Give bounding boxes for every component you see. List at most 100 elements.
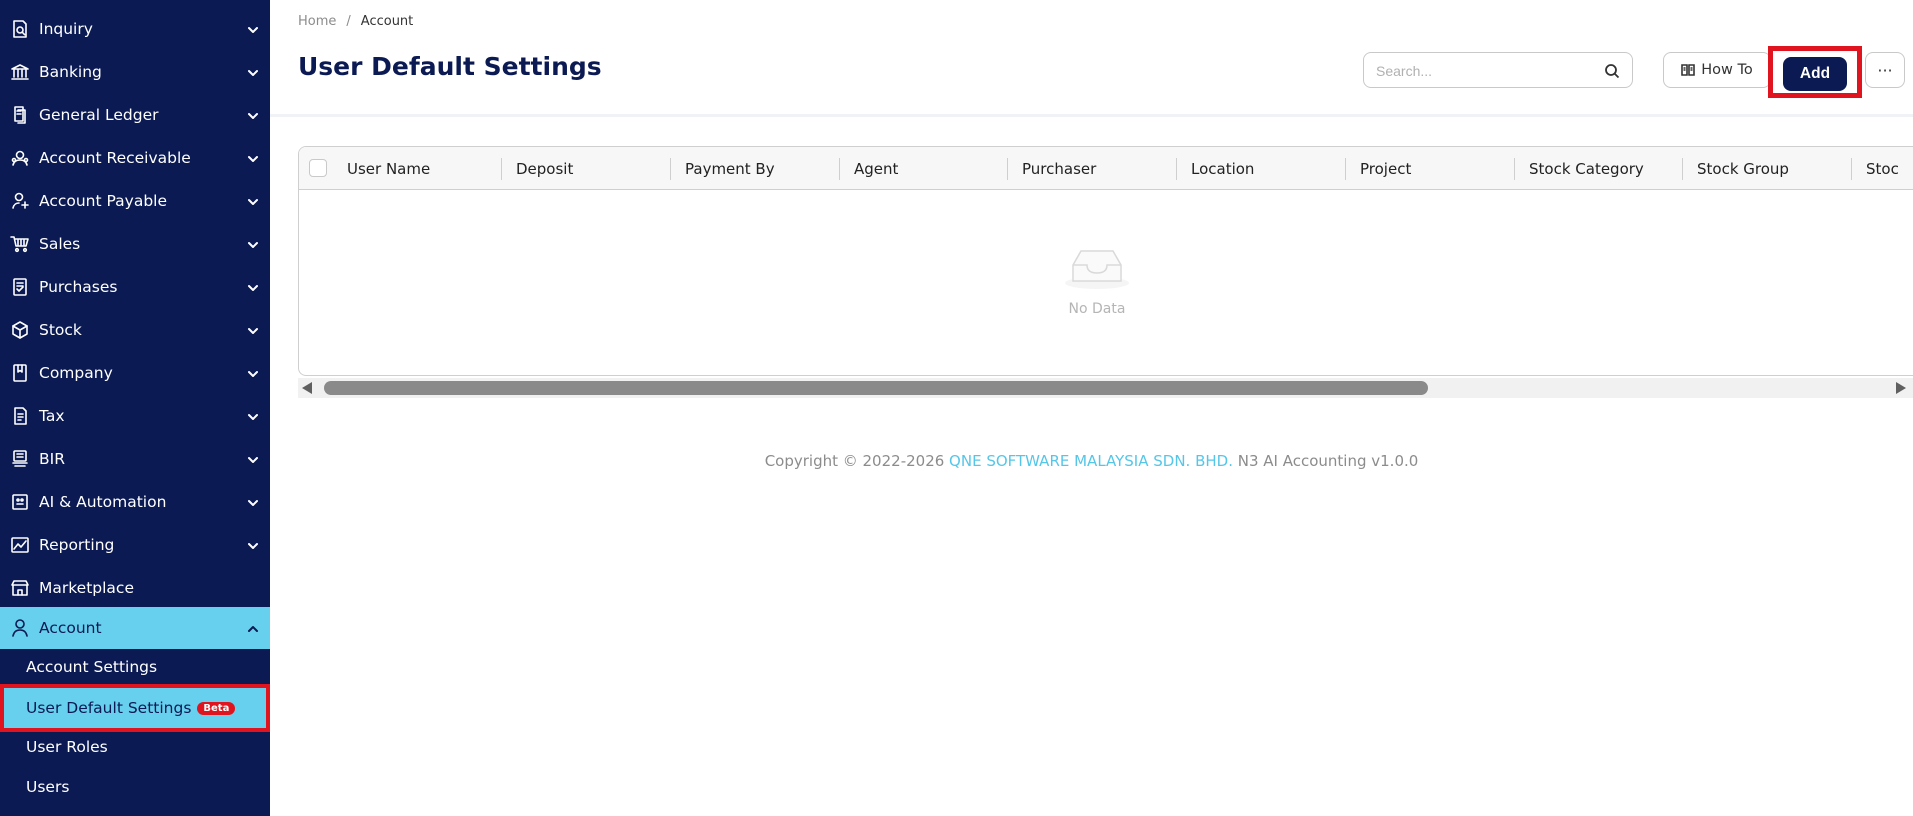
- scroll-right-arrow[interactable]: [1896, 382, 1906, 394]
- column-divider[interactable]: [501, 158, 502, 180]
- column-header[interactable]: Location: [1191, 147, 1254, 190]
- table-header: User Name Deposit Payment By Agent Purch…: [299, 147, 1913, 190]
- sidebar-item-bir[interactable]: BIR: [0, 438, 270, 480]
- search-input[interactable]: [1376, 61, 1596, 81]
- sidebar-item-label: Company: [39, 364, 113, 382]
- chevron-down-icon: [246, 323, 260, 337]
- sales-icon: [9, 233, 31, 255]
- breadcrumb-home[interactable]: Home: [298, 14, 336, 29]
- sidebar-item-label: Tax: [39, 407, 65, 425]
- sidebar-item-marketplace[interactable]: Marketplace: [0, 567, 270, 609]
- sidebar-item-label: Account Receivable: [39, 149, 191, 167]
- column-divider[interactable]: [1682, 158, 1683, 180]
- horizontal-scrollbar[interactable]: [298, 378, 1913, 398]
- book-icon: [1681, 63, 1696, 77]
- beta-badge: Beta: [197, 702, 236, 715]
- chevron-down-icon: [246, 452, 260, 466]
- reporting-icon: [9, 534, 31, 556]
- sidebar-item-label: Inquiry: [39, 20, 93, 38]
- breadcrumb-separator: /: [346, 14, 351, 29]
- page-title: User Default Settings: [298, 52, 602, 81]
- sidebar-item-account[interactable]: Account: [0, 607, 270, 649]
- column-header[interactable]: Stock Group: [1697, 147, 1789, 190]
- stock-icon: [9, 319, 31, 341]
- search-icon[interactable]: [1604, 63, 1620, 79]
- sidebar-item-label: AI & Automation: [39, 493, 167, 511]
- column-divider[interactable]: [1514, 158, 1515, 180]
- sidebar-item-sales[interactable]: Sales: [0, 223, 270, 265]
- sidebar-item-stock[interactable]: Stock: [0, 309, 270, 351]
- sidebar-item-account-receivable[interactable]: Account Receivable: [0, 137, 270, 179]
- column-divider[interactable]: [1007, 158, 1008, 180]
- company-link[interactable]: QNE SOFTWARE MALAYSIA SDN. BHD.: [949, 452, 1233, 470]
- column-divider[interactable]: [1345, 158, 1346, 180]
- sidebar-item-label: Sales: [39, 235, 81, 253]
- column-header[interactable]: Stoc: [1866, 147, 1899, 190]
- sidebar-item-label: BIR: [39, 450, 65, 468]
- add-button[interactable]: Add: [1783, 57, 1847, 91]
- column-header[interactable]: Agent: [854, 147, 898, 190]
- sidebar-subitem-users[interactable]: Users: [0, 768, 270, 806]
- ledger-icon: [9, 104, 31, 126]
- sidebar-item-label: Account Payable: [39, 192, 168, 210]
- sidebar-item-label: Account: [39, 619, 102, 637]
- breadcrumb: Home / Account: [298, 14, 413, 29]
- ellipsis-icon: ···: [1877, 60, 1893, 80]
- chevron-down-icon: [246, 108, 260, 122]
- sidebar-item-label: General Ledger: [39, 106, 159, 124]
- data-table: User Name Deposit Payment By Agent Purch…: [298, 146, 1913, 376]
- chevron-down-icon: [246, 194, 260, 208]
- sidebar-item-reporting[interactable]: Reporting: [0, 524, 270, 566]
- scroll-left-arrow[interactable]: [302, 382, 312, 394]
- column-divider[interactable]: [1176, 158, 1177, 180]
- sidebar-subitem-label: User Roles: [26, 738, 108, 756]
- bir-icon: [9, 448, 31, 470]
- more-options-button[interactable]: ···: [1865, 52, 1905, 88]
- sidebar-subitem-account-settings[interactable]: Account Settings: [0, 648, 270, 686]
- column-header[interactable]: Deposit: [516, 147, 573, 190]
- marketplace-icon: [9, 577, 31, 599]
- column-header[interactable]: Stock Category: [1529, 147, 1644, 190]
- sidebar-item-label: Reporting: [39, 536, 115, 554]
- sidebar-subitem-label: Users: [26, 778, 70, 796]
- sidebar-item-ai-automation[interactable]: AI & Automation: [0, 481, 270, 523]
- column-header[interactable]: Payment By: [685, 147, 775, 190]
- how-to-button[interactable]: How To: [1663, 52, 1771, 88]
- scrollbar-thumb[interactable]: [324, 381, 1428, 395]
- version-text: N3 AI Accounting v1.0.0: [1232, 452, 1419, 470]
- sidebar-item-label: Banking: [39, 63, 102, 81]
- column-divider[interactable]: [839, 158, 840, 180]
- column-header[interactable]: Purchaser: [1022, 147, 1096, 190]
- ai-icon: [9, 491, 31, 513]
- column-divider[interactable]: [1851, 158, 1852, 180]
- sidebar-item-general-ledger[interactable]: General Ledger: [0, 94, 270, 136]
- sidebar-item-tax[interactable]: Tax: [0, 395, 270, 437]
- tax-icon: [9, 405, 31, 427]
- column-header[interactable]: User Name: [347, 147, 430, 190]
- column-header[interactable]: Project: [1360, 147, 1411, 190]
- header-divider: [270, 114, 1913, 117]
- receivable-icon: [9, 147, 31, 169]
- chevron-down-icon: [246, 538, 260, 552]
- empty-state: No Data: [299, 191, 1913, 375]
- add-button-highlight: Add: [1768, 46, 1862, 98]
- chevron-down-icon: [246, 237, 260, 251]
- sidebar-item-inquiry[interactable]: Inquiry: [0, 8, 270, 50]
- sidebar-subitem-user-roles[interactable]: User Roles: [0, 728, 270, 766]
- sidebar-subitem-user-default-settings[interactable]: User Default Settings Beta: [0, 684, 270, 732]
- sidebar-subitem-text: User Default Settings: [26, 699, 192, 717]
- company-icon: [9, 362, 31, 384]
- bank-icon: [9, 61, 31, 83]
- chevron-up-icon: [246, 621, 260, 635]
- sidebar-item-purchases[interactable]: Purchases: [0, 266, 270, 308]
- sidebar-subitem-label: User Default Settings Beta: [26, 699, 236, 717]
- sidebar-item-company[interactable]: Company: [0, 352, 270, 394]
- sidebar-item-account-payable[interactable]: Account Payable: [0, 180, 270, 222]
- how-to-label: How To: [1701, 62, 1753, 78]
- payable-icon: [9, 190, 31, 212]
- column-divider[interactable]: [670, 158, 671, 180]
- sidebar-item-banking[interactable]: Banking: [0, 51, 270, 93]
- sidebar-subitem-label: Account Settings: [26, 658, 158, 676]
- sidebar: Inquiry Banking General Ledger Account R…: [0, 0, 270, 816]
- select-all-checkbox[interactable]: [309, 159, 327, 177]
